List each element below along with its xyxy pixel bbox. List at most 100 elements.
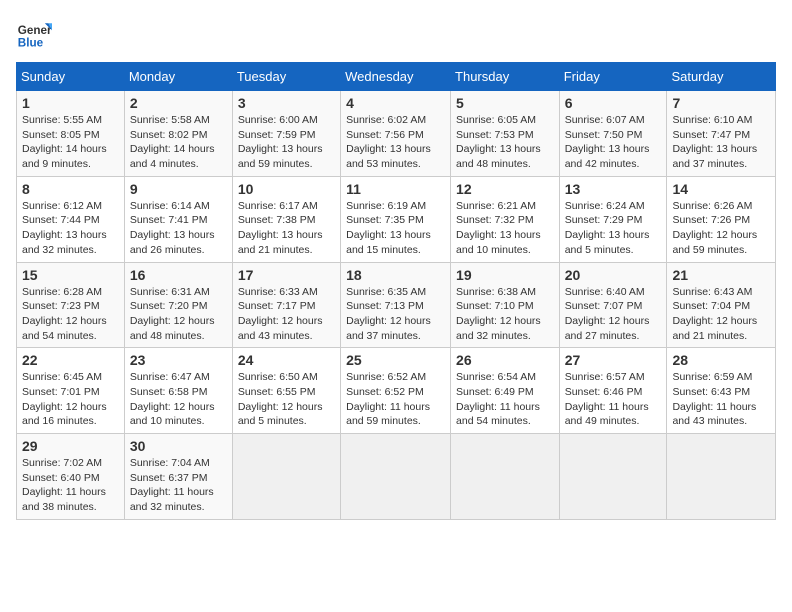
header-tuesday: Tuesday [232, 63, 340, 91]
calendar-cell: 4 Sunrise: 6:02 AM Sunset: 7:56 PM Dayli… [341, 91, 451, 177]
day-info: Sunrise: 6:45 AM Sunset: 7:01 PM Dayligh… [22, 370, 119, 429]
calendar-cell: 17 Sunrise: 6:33 AM Sunset: 7:17 PM Dayl… [232, 262, 340, 348]
calendar-cell: 30 Sunrise: 7:04 AM Sunset: 6:37 PM Dayl… [124, 434, 232, 520]
day-info: Sunrise: 6:24 AM Sunset: 7:29 PM Dayligh… [565, 199, 662, 258]
calendar-cell: 19 Sunrise: 6:38 AM Sunset: 7:10 PM Dayl… [451, 262, 560, 348]
calendar-cell: 27 Sunrise: 6:57 AM Sunset: 6:46 PM Dayl… [559, 348, 667, 434]
header-monday: Monday [124, 63, 232, 91]
day-number: 22 [22, 352, 119, 368]
day-number: 19 [456, 267, 554, 283]
calendar-cell [559, 434, 667, 520]
day-number: 11 [346, 181, 445, 197]
calendar-cell [341, 434, 451, 520]
day-number: 10 [238, 181, 335, 197]
day-info: Sunrise: 6:28 AM Sunset: 7:23 PM Dayligh… [22, 285, 119, 344]
calendar-cell [451, 434, 560, 520]
day-number: 12 [456, 181, 554, 197]
calendar-cell: 7 Sunrise: 6:10 AM Sunset: 7:47 PM Dayli… [667, 91, 776, 177]
day-number: 27 [565, 352, 662, 368]
calendar-header-row: SundayMondayTuesdayWednesdayThursdayFrid… [17, 63, 776, 91]
calendar-cell: 3 Sunrise: 6:00 AM Sunset: 7:59 PM Dayli… [232, 91, 340, 177]
calendar-cell: 11 Sunrise: 6:19 AM Sunset: 7:35 PM Dayl… [341, 176, 451, 262]
day-number: 9 [130, 181, 227, 197]
day-number: 8 [22, 181, 119, 197]
calendar-cell: 12 Sunrise: 6:21 AM Sunset: 7:32 PM Dayl… [451, 176, 560, 262]
day-info: Sunrise: 6:52 AM Sunset: 6:52 PM Dayligh… [346, 370, 445, 429]
day-info: Sunrise: 6:10 AM Sunset: 7:47 PM Dayligh… [672, 113, 770, 172]
calendar-cell: 13 Sunrise: 6:24 AM Sunset: 7:29 PM Dayl… [559, 176, 667, 262]
header-sunday: Sunday [17, 63, 125, 91]
day-number: 21 [672, 267, 770, 283]
calendar-cell: 22 Sunrise: 6:45 AM Sunset: 7:01 PM Dayl… [17, 348, 125, 434]
day-number: 20 [565, 267, 662, 283]
calendar-cell: 2 Sunrise: 5:58 AM Sunset: 8:02 PM Dayli… [124, 91, 232, 177]
day-number: 16 [130, 267, 227, 283]
calendar-cell [232, 434, 340, 520]
day-number: 13 [565, 181, 662, 197]
day-info: Sunrise: 6:31 AM Sunset: 7:20 PM Dayligh… [130, 285, 227, 344]
calendar-week-5: 29 Sunrise: 7:02 AM Sunset: 6:40 PM Dayl… [17, 434, 776, 520]
calendar-week-1: 1 Sunrise: 5:55 AM Sunset: 8:05 PM Dayli… [17, 91, 776, 177]
header-thursday: Thursday [451, 63, 560, 91]
day-info: Sunrise: 6:14 AM Sunset: 7:41 PM Dayligh… [130, 199, 227, 258]
day-number: 25 [346, 352, 445, 368]
calendar-cell: 29 Sunrise: 7:02 AM Sunset: 6:40 PM Dayl… [17, 434, 125, 520]
calendar-cell: 24 Sunrise: 6:50 AM Sunset: 6:55 PM Dayl… [232, 348, 340, 434]
calendar-week-2: 8 Sunrise: 6:12 AM Sunset: 7:44 PM Dayli… [17, 176, 776, 262]
day-info: Sunrise: 6:19 AM Sunset: 7:35 PM Dayligh… [346, 199, 445, 258]
logo: General Blue [16, 16, 52, 52]
day-info: Sunrise: 6:47 AM Sunset: 6:58 PM Dayligh… [130, 370, 227, 429]
calendar-cell: 25 Sunrise: 6:52 AM Sunset: 6:52 PM Dayl… [341, 348, 451, 434]
header-wednesday: Wednesday [341, 63, 451, 91]
day-info: Sunrise: 6:02 AM Sunset: 7:56 PM Dayligh… [346, 113, 445, 172]
day-number: 6 [565, 95, 662, 111]
day-info: Sunrise: 6:33 AM Sunset: 7:17 PM Dayligh… [238, 285, 335, 344]
calendar-cell: 15 Sunrise: 6:28 AM Sunset: 7:23 PM Dayl… [17, 262, 125, 348]
calendar-cell: 14 Sunrise: 6:26 AM Sunset: 7:26 PM Dayl… [667, 176, 776, 262]
day-info: Sunrise: 6:05 AM Sunset: 7:53 PM Dayligh… [456, 113, 554, 172]
day-info: Sunrise: 6:57 AM Sunset: 6:46 PM Dayligh… [565, 370, 662, 429]
calendar-cell: 6 Sunrise: 6:07 AM Sunset: 7:50 PM Dayli… [559, 91, 667, 177]
day-number: 3 [238, 95, 335, 111]
calendar-cell: 26 Sunrise: 6:54 AM Sunset: 6:49 PM Dayl… [451, 348, 560, 434]
svg-text:General: General [18, 24, 52, 37]
svg-text:Blue: Blue [18, 37, 44, 50]
day-info: Sunrise: 6:21 AM Sunset: 7:32 PM Dayligh… [456, 199, 554, 258]
day-info: Sunrise: 6:07 AM Sunset: 7:50 PM Dayligh… [565, 113, 662, 172]
day-info: Sunrise: 6:35 AM Sunset: 7:13 PM Dayligh… [346, 285, 445, 344]
day-info: Sunrise: 6:50 AM Sunset: 6:55 PM Dayligh… [238, 370, 335, 429]
day-info: Sunrise: 6:38 AM Sunset: 7:10 PM Dayligh… [456, 285, 554, 344]
day-info: Sunrise: 7:04 AM Sunset: 6:37 PM Dayligh… [130, 456, 227, 515]
day-info: Sunrise: 6:17 AM Sunset: 7:38 PM Dayligh… [238, 199, 335, 258]
day-info: Sunrise: 5:55 AM Sunset: 8:05 PM Dayligh… [22, 113, 119, 172]
day-info: Sunrise: 6:59 AM Sunset: 6:43 PM Dayligh… [672, 370, 770, 429]
day-info: Sunrise: 5:58 AM Sunset: 8:02 PM Dayligh… [130, 113, 227, 172]
calendar-week-4: 22 Sunrise: 6:45 AM Sunset: 7:01 PM Dayl… [17, 348, 776, 434]
calendar-cell: 20 Sunrise: 6:40 AM Sunset: 7:07 PM Dayl… [559, 262, 667, 348]
day-info: Sunrise: 7:02 AM Sunset: 6:40 PM Dayligh… [22, 456, 119, 515]
day-number: 29 [22, 438, 119, 454]
calendar-cell: 23 Sunrise: 6:47 AM Sunset: 6:58 PM Dayl… [124, 348, 232, 434]
day-number: 4 [346, 95, 445, 111]
calendar-table: SundayMondayTuesdayWednesdayThursdayFrid… [16, 62, 776, 520]
calendar-cell: 28 Sunrise: 6:59 AM Sunset: 6:43 PM Dayl… [667, 348, 776, 434]
day-info: Sunrise: 6:00 AM Sunset: 7:59 PM Dayligh… [238, 113, 335, 172]
calendar-cell: 9 Sunrise: 6:14 AM Sunset: 7:41 PM Dayli… [124, 176, 232, 262]
day-number: 30 [130, 438, 227, 454]
day-number: 24 [238, 352, 335, 368]
header-friday: Friday [559, 63, 667, 91]
day-number: 17 [238, 267, 335, 283]
calendar-cell: 5 Sunrise: 6:05 AM Sunset: 7:53 PM Dayli… [451, 91, 560, 177]
day-number: 5 [456, 95, 554, 111]
day-number: 1 [22, 95, 119, 111]
day-info: Sunrise: 6:12 AM Sunset: 7:44 PM Dayligh… [22, 199, 119, 258]
day-info: Sunrise: 6:40 AM Sunset: 7:07 PM Dayligh… [565, 285, 662, 344]
calendar-cell: 8 Sunrise: 6:12 AM Sunset: 7:44 PM Dayli… [17, 176, 125, 262]
calendar-cell: 16 Sunrise: 6:31 AM Sunset: 7:20 PM Dayl… [124, 262, 232, 348]
calendar-cell [667, 434, 776, 520]
day-info: Sunrise: 6:54 AM Sunset: 6:49 PM Dayligh… [456, 370, 554, 429]
day-info: Sunrise: 6:43 AM Sunset: 7:04 PM Dayligh… [672, 285, 770, 344]
calendar-week-3: 15 Sunrise: 6:28 AM Sunset: 7:23 PM Dayl… [17, 262, 776, 348]
day-number: 18 [346, 267, 445, 283]
calendar-cell: 1 Sunrise: 5:55 AM Sunset: 8:05 PM Dayli… [17, 91, 125, 177]
